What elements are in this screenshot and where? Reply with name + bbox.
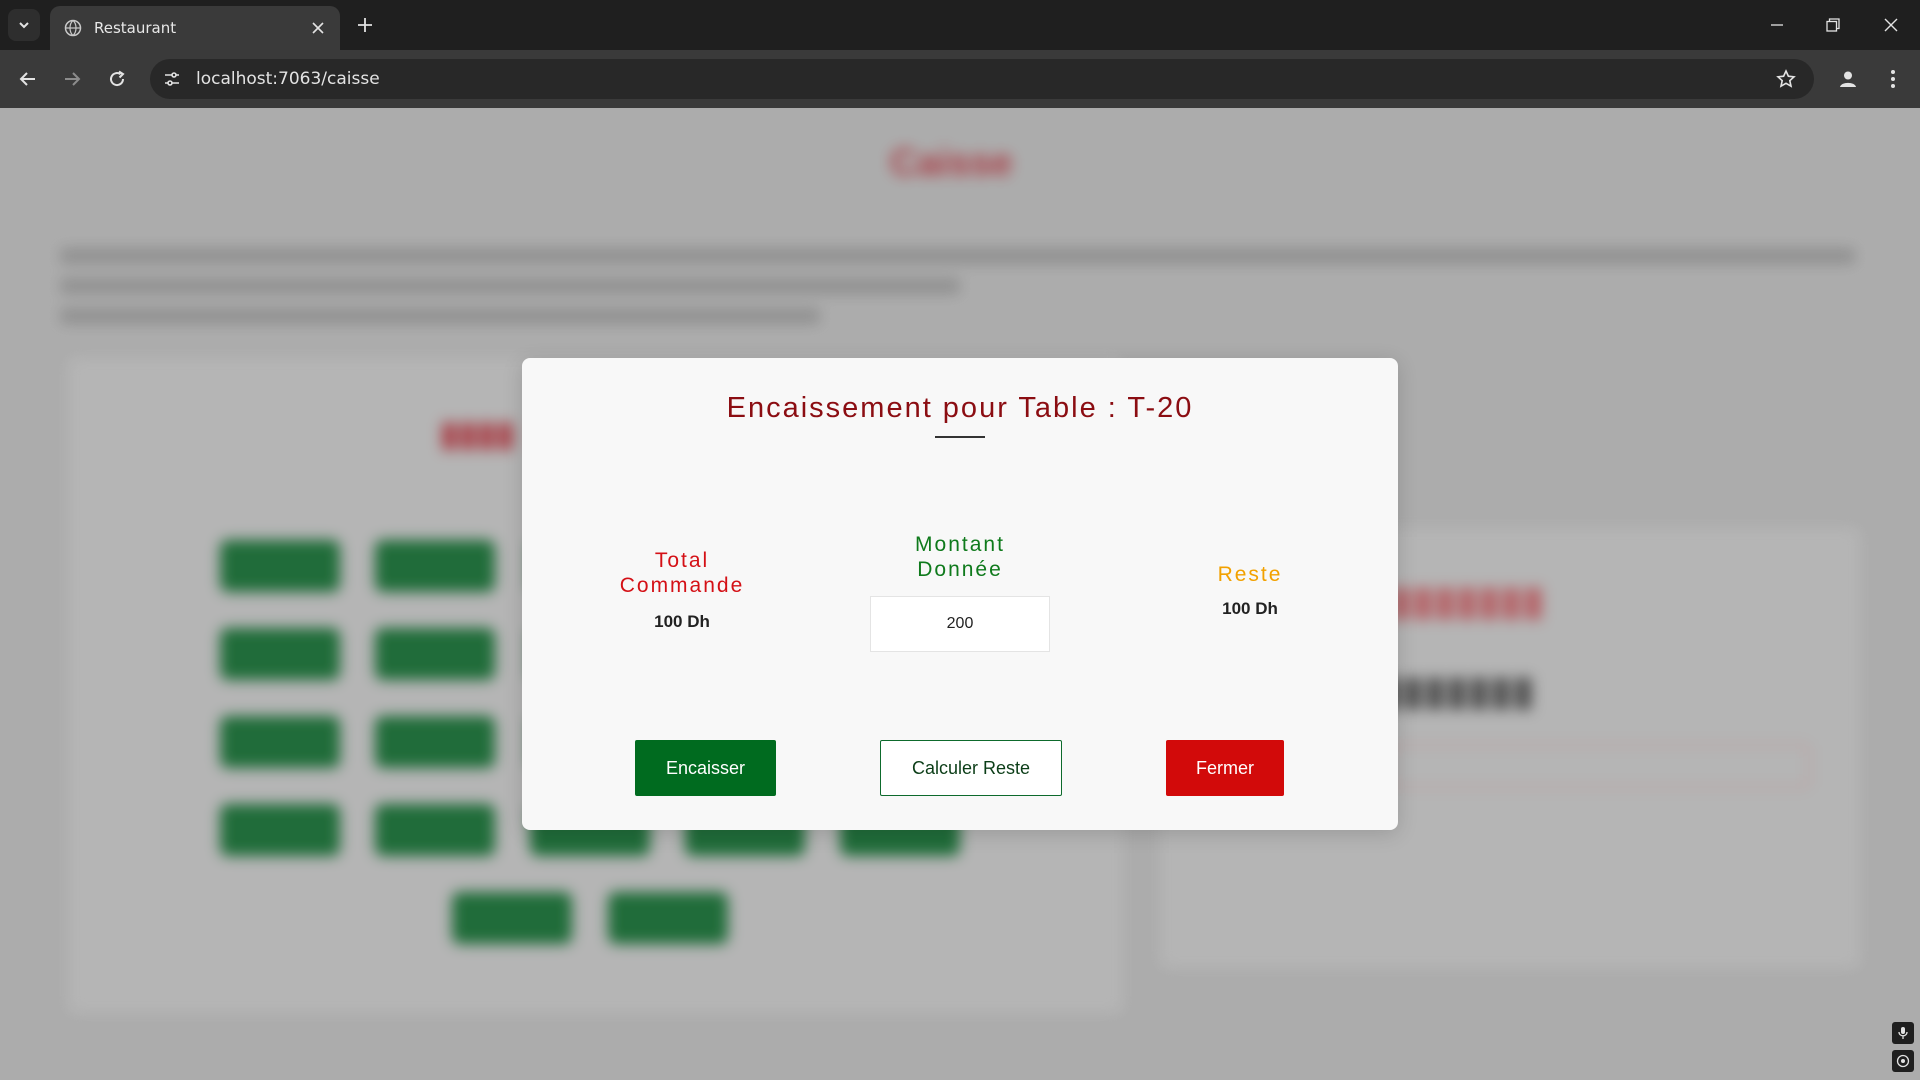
reste-label: Reste	[1217, 563, 1283, 586]
browser-tab-bar: Restaurant	[0, 0, 1920, 50]
modal-title: Encaissement pour Table : T-20	[726, 392, 1194, 424]
mic-icon[interactable]	[1892, 1022, 1914, 1044]
tab-list-button[interactable]	[8, 9, 40, 41]
tune-icon[interactable]	[158, 65, 186, 93]
calculer-reste-button[interactable]: Calculer Reste	[880, 740, 1062, 796]
total-label-line2: Commande	[619, 574, 745, 597]
browser-tab[interactable]: Restaurant	[50, 6, 340, 50]
arrow-left-icon	[19, 70, 37, 88]
tab-title: Restaurant	[94, 19, 177, 37]
reste-value: 100 Dh	[1222, 599, 1278, 618]
page-content: Caisse ▮▮▮▮ ▮▮▮▮▮▮▮ ▮▮▮▮▮▮▮ Encaissement…	[0, 108, 1920, 1080]
montant-donne-section: Montant Donnée	[860, 532, 1060, 652]
encaisser-button[interactable]: Encaisser	[635, 740, 776, 796]
url-text: localhost:7063/caisse	[196, 69, 380, 89]
target-icon[interactable]	[1892, 1050, 1914, 1072]
total-commande-section: Total Commande 100 Dh	[582, 548, 782, 632]
browser-menu-button[interactable]	[1877, 63, 1909, 95]
close-window-button[interactable]	[1876, 10, 1906, 40]
total-commande-value: 100 Dh	[654, 612, 710, 631]
total-commande-label: Total Commande	[582, 548, 782, 598]
account-icon	[1837, 68, 1859, 90]
address-bar[interactable]: localhost:7063/caisse	[150, 59, 1814, 99]
montant-donne-label: Montant Donnée	[860, 532, 1060, 582]
close-icon	[1884, 18, 1898, 32]
reload-button[interactable]	[101, 63, 133, 95]
montant-donne-input[interactable]	[870, 596, 1050, 652]
globe-icon	[64, 19, 82, 37]
forward-button[interactable]	[56, 63, 88, 95]
star-icon[interactable]	[1774, 67, 1798, 91]
montant-label-line1: Montant	[915, 533, 1005, 556]
title-underline	[935, 436, 985, 438]
minimize-icon	[1770, 18, 1784, 32]
total-label-line1: Total	[654, 549, 710, 572]
minimize-button[interactable]	[1762, 10, 1792, 40]
back-button[interactable]	[12, 63, 44, 95]
close-icon[interactable]	[308, 18, 328, 38]
reload-icon	[108, 70, 126, 88]
fermer-button[interactable]: Fermer	[1166, 740, 1284, 796]
new-tab-button[interactable]	[352, 12, 378, 38]
chevron-down-icon	[17, 18, 31, 32]
plus-icon	[357, 17, 373, 33]
restore-icon	[1826, 18, 1840, 32]
profile-button[interactable]	[1832, 63, 1864, 95]
payment-modal: Encaissement pour Table : T-20 Total Com…	[522, 358, 1398, 830]
restore-button[interactable]	[1818, 10, 1848, 40]
browser-toolbar: localhost:7063/caisse	[0, 50, 1920, 108]
more-vert-icon	[1890, 69, 1896, 89]
arrow-right-icon	[63, 70, 81, 88]
reste-section: Reste 100 Dh	[1150, 562, 1350, 619]
montant-label-line2: Donnée	[917, 558, 1003, 581]
